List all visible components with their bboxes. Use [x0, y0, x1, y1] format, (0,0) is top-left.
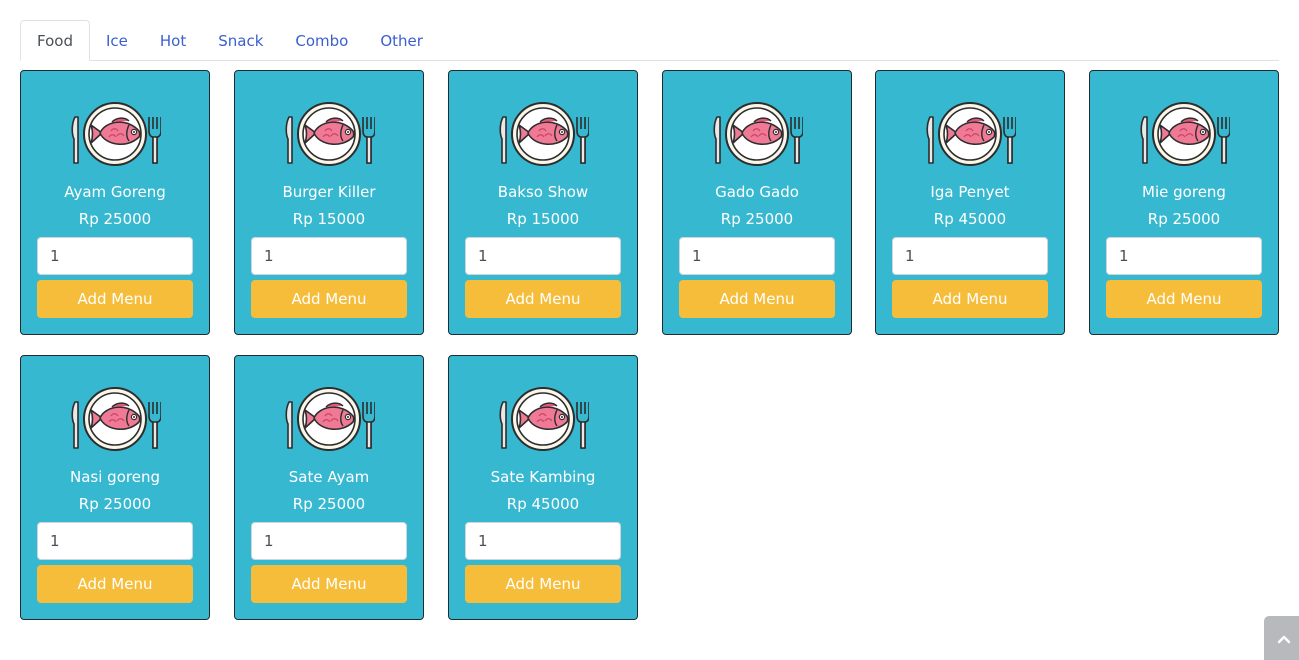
fish-plate-icon: [497, 101, 589, 167]
add-menu-button[interactable]: Add Menu: [251, 565, 407, 603]
fish-plate-icon: [69, 386, 161, 452]
fish-plate-icon: [283, 386, 375, 452]
menu-item-price: Rp 25000: [720, 210, 794, 228]
add-menu-button[interactable]: Add Menu: [892, 280, 1048, 318]
add-menu-button[interactable]: Add Menu: [251, 280, 407, 318]
add-menu-button[interactable]: Add Menu: [37, 565, 193, 603]
fish-plate-icon: [283, 101, 375, 167]
menu-card-ayam-goreng: Ayam Goreng Rp 25000 Add Menu: [20, 70, 210, 335]
menu-item-name: Sate Ayam: [288, 468, 370, 486]
menu-item-name: Bakso Show: [497, 183, 589, 201]
tab-food[interactable]: Food: [20, 20, 90, 61]
fish-plate-icon: [711, 101, 803, 167]
menu-item-name: Sate Kambing: [490, 468, 596, 486]
quantity-input[interactable]: [251, 237, 407, 275]
menu-card-nasi-goreng: Nasi goreng Rp 25000 Add Menu: [20, 355, 210, 620]
menu-item-price: Rp 25000: [292, 495, 366, 513]
menu-item-price: Rp 25000: [78, 495, 152, 513]
menu-item-price: Rp 45000: [506, 495, 580, 513]
quantity-input[interactable]: [37, 237, 193, 275]
menu-item-name: Gado Gado: [715, 183, 799, 201]
menu-item-price: Rp 45000: [933, 210, 1007, 228]
quantity-input[interactable]: [465, 237, 621, 275]
menu-card-iga-penyet: Iga Penyet Rp 45000 Add Menu: [875, 70, 1065, 335]
add-menu-button[interactable]: Add Menu: [465, 565, 621, 603]
menu-card-mie-goreng: Mie goreng Rp 25000 Add Menu: [1089, 70, 1279, 335]
fish-plate-icon: [924, 101, 1016, 167]
tab-combo[interactable]: Combo: [279, 20, 364, 61]
tab-hot[interactable]: Hot: [144, 20, 202, 61]
menu-card-sate-ayam: Sate Ayam Rp 25000 Add Menu: [234, 355, 424, 620]
menu-page: Food Ice Hot Snack Combo Other Ayam Gore…: [0, 0, 1299, 660]
category-tabs: Food Ice Hot Snack Combo Other: [20, 20, 1279, 61]
menu-item-name: Mie goreng: [1142, 183, 1226, 201]
add-menu-button[interactable]: Add Menu: [1106, 280, 1262, 318]
menu-item-name: Ayam Goreng: [64, 183, 166, 201]
menu-card-burger-killer: Burger Killer Rp 15000 Add Menu: [234, 70, 424, 335]
menu-item-price: Rp 15000: [292, 210, 366, 228]
scroll-to-top-button[interactable]: [1264, 616, 1299, 660]
menu-item-price: Rp 25000: [78, 210, 152, 228]
add-menu-button[interactable]: Add Menu: [37, 280, 193, 318]
tab-other[interactable]: Other: [364, 20, 439, 61]
fish-plate-icon: [69, 101, 161, 167]
fish-plate-icon: [1138, 101, 1230, 167]
menu-item-price: Rp 25000: [1147, 210, 1221, 228]
menu-card-gado-gado: Gado Gado Rp 25000 Add Menu: [662, 70, 852, 335]
menu-card-sate-kambing: Sate Kambing Rp 45000 Add Menu: [448, 355, 638, 620]
quantity-input[interactable]: [37, 522, 193, 560]
add-menu-button[interactable]: Add Menu: [679, 280, 835, 318]
tab-snack[interactable]: Snack: [202, 20, 279, 61]
quantity-input[interactable]: [465, 522, 621, 560]
quantity-input[interactable]: [251, 522, 407, 560]
menu-item-name: Iga Penyet: [930, 183, 1010, 201]
menu-item-price: Rp 15000: [506, 210, 580, 228]
quantity-input[interactable]: [679, 237, 835, 275]
menu-item-name: Nasi goreng: [70, 468, 160, 486]
quantity-input[interactable]: [1106, 237, 1262, 275]
tab-ice[interactable]: Ice: [90, 20, 144, 61]
menu-card-bakso-show: Bakso Show Rp 15000 Add Menu: [448, 70, 638, 335]
menu-item-name: Burger Killer: [282, 183, 376, 201]
chevron-up-icon: [1277, 635, 1291, 644]
fish-plate-icon: [497, 386, 589, 452]
quantity-input[interactable]: [892, 237, 1048, 275]
add-menu-button[interactable]: Add Menu: [465, 280, 621, 318]
